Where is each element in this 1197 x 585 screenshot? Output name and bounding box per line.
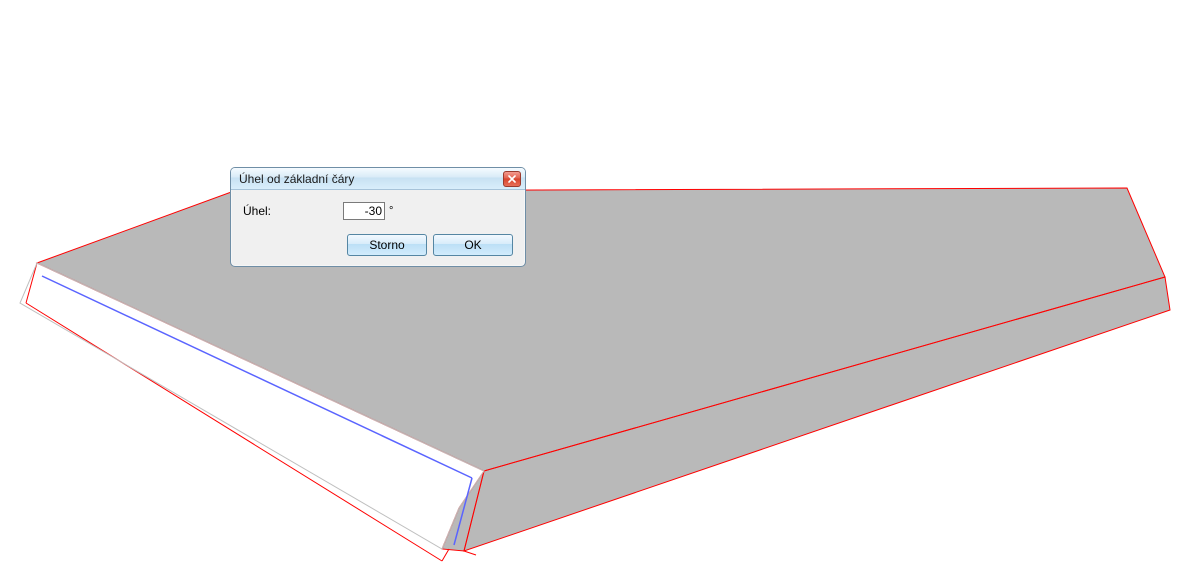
dialog-body: Úhel: ° Storno OK [231,190,525,264]
storno-button[interactable]: Storno [347,234,427,256]
ok-button[interactable]: OK [433,234,513,256]
dialog-titlebar[interactable]: Úhel od základní čáry [231,168,525,190]
angle-dialog: Úhel od základní čáry Úhel: ° Storno OK [230,167,526,267]
model-viewport[interactable] [0,0,1197,585]
dialog-title: Úhel od základní čáry [239,172,503,186]
angle-unit: ° [389,205,393,217]
angle-label: Úhel: [243,204,343,218]
close-icon [508,175,516,183]
angle-input[interactable] [343,202,385,220]
close-button[interactable] [503,171,521,187]
angle-field-row: Úhel: ° [243,200,513,222]
dialog-button-row: Storno OK [243,234,513,256]
